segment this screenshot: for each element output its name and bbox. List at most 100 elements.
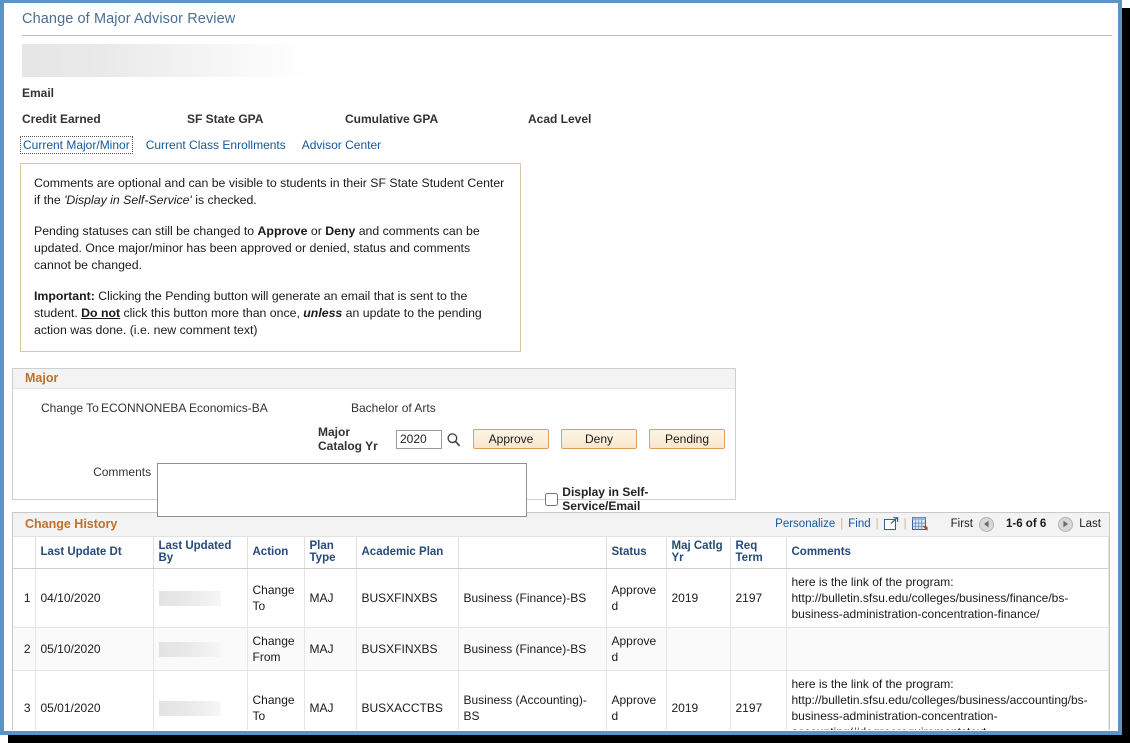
display-self-service-checkbox-group[interactable]: Display in Self-Service/Email: [545, 463, 725, 513]
cell-academic-plan: BUSXACCTBS: [356, 670, 459, 730]
cell-action: Change From: [247, 627, 305, 671]
student-name-redacted: [22, 44, 312, 77]
cell-status: Approved: [606, 627, 667, 671]
instruction-3-text-b: click this button more than once,: [120, 306, 304, 320]
tab-advisor-center[interactable]: Advisor Center: [299, 136, 384, 154]
instruction-2-bold-deny: Deny: [325, 224, 356, 238]
col-last-update-dt[interactable]: Last Update Dt: [35, 537, 154, 569]
instruction-3-underline-do-not: Do not: [81, 306, 121, 320]
col-rownum: [13, 537, 36, 569]
sf-state-gpa-label: SF State GPA: [187, 112, 264, 126]
instruction-3-italic-unless: unless: [303, 306, 343, 320]
table-row: 3 05/01/2020 Change To MAJ BUSXACCTBS Bu…: [13, 670, 1109, 730]
col-last-updated-by[interactable]: Last Updated By: [153, 537, 248, 569]
table-header-row: Last Update Dt Last Updated By Action Pl…: [13, 537, 1109, 569]
acad-level-label: Acad Level: [528, 112, 592, 126]
last-page-link[interactable]: Last: [1079, 518, 1101, 530]
comments-textarea[interactable]: [157, 463, 528, 517]
next-arrow-icon[interactable]: [1058, 516, 1074, 532]
window-content: Change of Major Advisor Review Email Cre…: [4, 3, 1118, 730]
pending-button[interactable]: Pending: [649, 429, 725, 449]
cell-action: Change To: [247, 670, 305, 730]
instructions-panel: Comments are optional and can be visible…: [20, 163, 521, 352]
cell-req-term: 2197: [730, 568, 787, 628]
degree-value: Bachelor of Arts: [351, 401, 436, 415]
first-page-link[interactable]: First: [951, 518, 973, 530]
grid-pagination: First 1-6 of 6 Last: [951, 516, 1101, 532]
cell-action: Change To: [247, 568, 305, 628]
col-req-term[interactable]: Req Term: [730, 537, 787, 569]
cell-comments: [786, 627, 1109, 671]
toolbar-divider-1: |: [840, 518, 844, 530]
instruction-1-text-b: is checked.: [191, 193, 257, 207]
table-row: 2 05/10/2020 Change From MAJ BUSXFINXBS …: [13, 627, 1109, 671]
academic-summary-row: Credit Earned SF State GPA Cumulative GP…: [22, 112, 1118, 126]
download-to-spreadsheet-icon[interactable]: [911, 516, 929, 532]
cell-status: Approved: [606, 670, 667, 730]
row-number: 3: [13, 670, 36, 730]
comments-label: Comments: [93, 465, 152, 479]
cell-plan-descr: Business (Finance)-BS: [458, 627, 607, 671]
cell-maj-catlg-yr: 2019: [666, 670, 731, 730]
display-self-service-label: Display in Self-Service/Email: [562, 485, 649, 513]
major-section-title: Major: [13, 369, 735, 389]
major-catalog-yr-input[interactable]: [396, 429, 442, 449]
previous-arrow-icon[interactable]: [978, 516, 994, 532]
cell-comments: here is the link of the program: http://…: [786, 568, 1109, 628]
comments-row: Comments Display in Self-Service/Email: [23, 463, 725, 517]
catalog-and-actions-row: Major Catalog Yr Approve Deny Pending: [23, 425, 725, 453]
instruction-1-emphasis: 'Display in Self-Service': [64, 193, 192, 207]
col-status[interactable]: Status: [606, 537, 667, 569]
cell-maj-catlg-yr: 2019: [666, 568, 731, 628]
search-icon[interactable]: [446, 430, 461, 448]
grid-toolbar: Personalize | Find | | First 1-6 of 6 La…: [775, 516, 1101, 532]
cell-plan-type: MAJ: [304, 568, 357, 628]
major-section-body: Change To ECONNONEBA Economics-BA Bachel…: [13, 389, 735, 517]
cell-comments: here is the link of the program: http://…: [786, 670, 1109, 730]
instruction-2-bold-approve: Approve: [257, 224, 308, 238]
cumulative-gpa-label: Cumulative GPA: [345, 112, 439, 126]
instruction-2-text-a: Pending statuses can still be changed to: [34, 224, 258, 238]
cell-last-update-dt: 05/10/2020: [35, 627, 154, 671]
cell-maj-catlg-yr: [666, 627, 731, 671]
change-to-label: Change To: [41, 401, 99, 415]
col-comments[interactable]: Comments: [786, 537, 1109, 569]
cell-req-term: 2197: [730, 670, 787, 730]
display-self-service-checkbox[interactable]: [545, 492, 559, 506]
redacted-value: [158, 700, 221, 716]
personalize-link[interactable]: Personalize: [775, 518, 835, 530]
change-history-table: Last Update Dt Last Updated By Action Pl…: [13, 537, 1109, 730]
col-action[interactable]: Action: [247, 537, 305, 569]
title-divider: [22, 35, 1112, 36]
change-to-plan-value: ECONNONEBA Economics-BA: [101, 401, 268, 415]
col-plan-type[interactable]: Plan Type: [304, 537, 357, 569]
row-number: 2: [13, 627, 36, 671]
cell-academic-plan: BUSXFINXBS: [356, 568, 459, 628]
expand-window-icon[interactable]: [883, 517, 899, 531]
tab-current-class-enrollments[interactable]: Current Class Enrollments: [143, 136, 289, 154]
major-catalog-yr-label: Major Catalog Yr: [318, 425, 378, 453]
cell-plan-type: MAJ: [304, 627, 357, 671]
instruction-paragraph-1: Comments are optional and can be visible…: [34, 175, 507, 209]
change-history-section: Change History Personalize | Find | | Fi…: [12, 512, 1110, 730]
cell-last-update-dt: 04/10/2020: [35, 568, 154, 628]
change-history-title: Change History: [25, 517, 118, 531]
instruction-3-bold-important: Important:: [34, 289, 95, 303]
cell-last-updated-by: [153, 568, 248, 628]
col-maj-catlg-yr[interactable]: Maj Catlg Yr: [666, 537, 731, 569]
toolbar-divider-3: |: [903, 518, 907, 530]
cell-academic-plan: BUSXFINXBS: [356, 627, 459, 671]
major-section: Major Change To ECONNONEBA Economics-BA …: [12, 368, 736, 517]
col-academic-plan[interactable]: Academic Plan: [356, 537, 459, 569]
deny-button[interactable]: Deny: [561, 429, 637, 449]
cell-req-term: [730, 627, 787, 671]
find-link[interactable]: Find: [848, 518, 870, 530]
approve-button[interactable]: Approve: [473, 429, 549, 449]
instruction-2-text-b: or: [307, 224, 326, 238]
tab-current-major-minor[interactable]: Current Major/Minor: [20, 136, 133, 154]
table-row: 1 04/10/2020 Change To MAJ BUSXFINXBS Bu…: [13, 568, 1109, 628]
table-body: 1 04/10/2020 Change To MAJ BUSXFINXBS Bu…: [13, 568, 1109, 730]
col-plan-descr: [458, 537, 607, 569]
cell-plan-descr: Business (Finance)-BS: [458, 568, 607, 628]
toolbar-divider-2: |: [875, 518, 879, 530]
